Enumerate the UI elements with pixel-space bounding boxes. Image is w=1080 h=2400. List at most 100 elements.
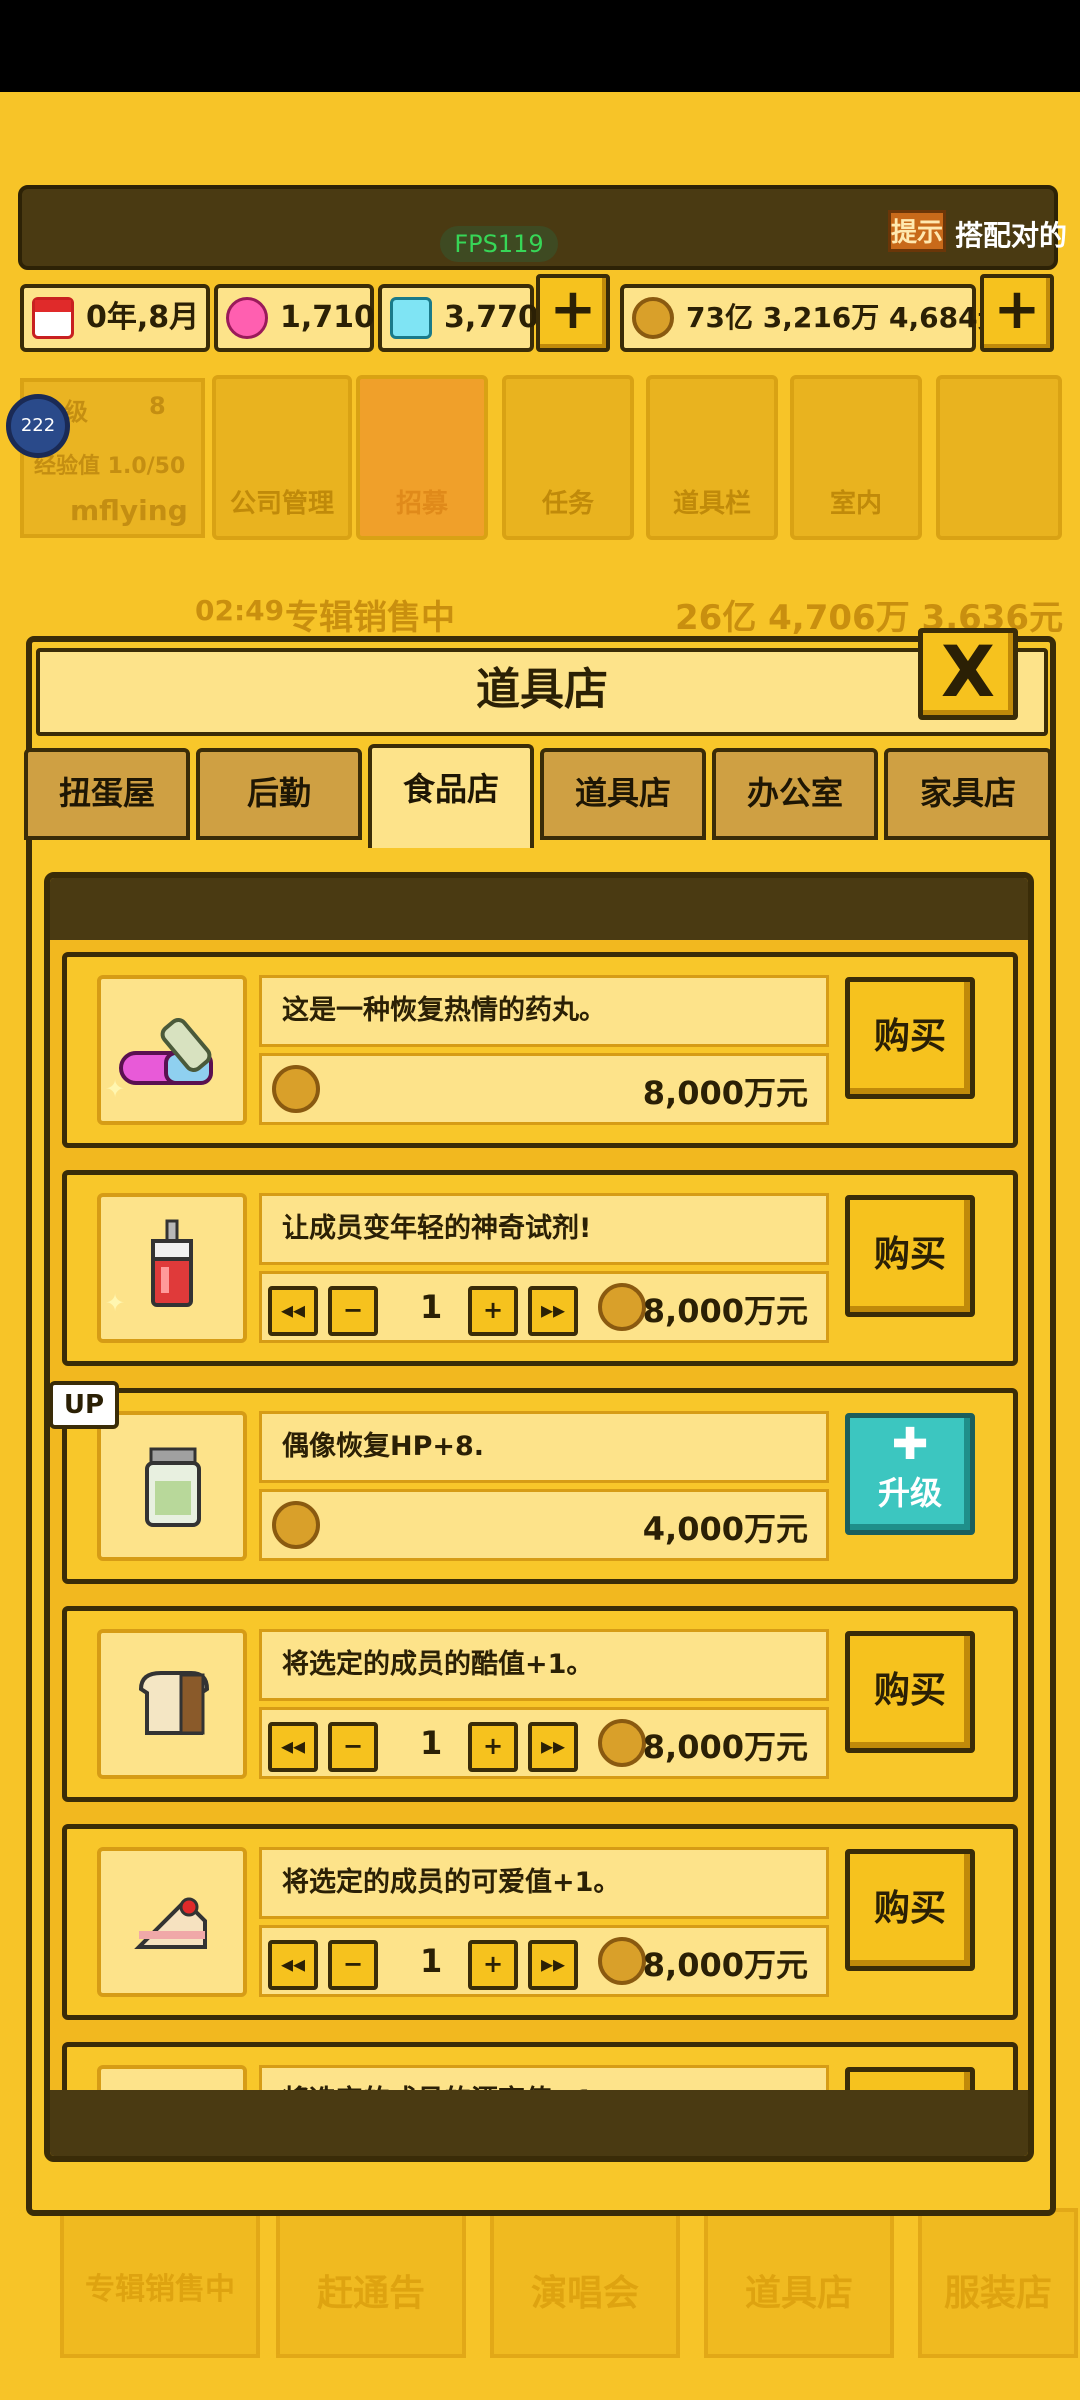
item-price-box: 8,000万元	[259, 1053, 829, 1125]
item-description: 偶像恢复HP+8.	[259, 1411, 829, 1483]
buy-button[interactable]: 购买	[845, 1849, 975, 1971]
list-footer	[50, 2090, 1028, 2156]
tab-food-shop[interactable]: 食品店	[368, 744, 534, 848]
list-item: ✦ 这是一种恢复热情的药丸。 8,000万元 购买	[62, 952, 1018, 1148]
item-price: 4,000万元	[642, 1510, 808, 1548]
quantity-value: 1	[420, 1724, 443, 1762]
list-item: 将选定的成员的可爱值+1。 ◂◂ − 1 + ▸▸ 8,000万元 购买	[62, 1824, 1018, 2020]
item-list[interactable]: ✦ 这是一种恢复热情的药丸。 8,000万元 购买 ✦ 让成员变年轻的神奇试剂!…	[44, 872, 1034, 2162]
item-price: 8,000万元	[642, 1946, 808, 1984]
potion-vial-icon	[151, 1219, 193, 1307]
plus-icon: ✚	[891, 1419, 929, 1470]
upgrade-button[interactable]: ✚ 升级	[845, 1413, 975, 1535]
gems-value: 1,710	[280, 300, 375, 335]
quantity-fast-decrease-button[interactable]: ◂◂	[268, 1722, 318, 1772]
upgrade-label: 升级	[877, 1474, 942, 1512]
upgrade-badge: UP	[50, 1381, 119, 1429]
add-money-button[interactable]: +	[980, 274, 1054, 352]
bg-bottom-album: 专辑销售中	[60, 2208, 260, 2358]
list-item: 将选定的成员的酷值+1。 ◂◂ − 1 + ▸▸ 8,000万元 购买	[62, 1606, 1018, 1802]
tab-item-shop[interactable]: 道具店	[540, 748, 706, 840]
list-header	[50, 878, 1028, 940]
dialog-title: 道具店	[476, 664, 608, 715]
coin-icon	[598, 1937, 646, 1985]
quantity-fast-decrease-button[interactable]: ◂◂	[268, 1286, 318, 1336]
cake-icon	[134, 1897, 207, 1949]
date-value: 0年,8月	[86, 300, 200, 335]
quantity-fast-increase-button[interactable]: ▸▸	[528, 1286, 578, 1336]
ticker-time: 02:49	[195, 594, 285, 627]
bg-nav-tasks: 任务	[502, 375, 634, 540]
item-quantity-price-box: ◂◂ − 1 + ▸▸ 8,000万元	[259, 1707, 829, 1779]
item-price: 8,000万元	[642, 1074, 808, 1112]
money-value: 73亿 3,216万 4,684元	[686, 301, 1006, 334]
fps-counter: FPS119	[440, 226, 558, 262]
hint-icon[interactable]: 提示	[888, 210, 946, 252]
money-display: 73亿 3,216万 4,684元	[620, 284, 1006, 352]
quantity-fast-decrease-button[interactable]: ◂◂	[268, 1940, 318, 1990]
quantity-decrease-button[interactable]: −	[328, 1940, 378, 1990]
status-bar	[0, 0, 1080, 92]
avatar-badge[interactable]: 222	[6, 394, 70, 458]
item-quantity-price-box: ◂◂ − 1 + ▸▸ 8,000万元	[259, 1271, 829, 1343]
diamond-icon	[390, 297, 432, 339]
bg-bottom-schedule: 赶通告	[276, 2208, 466, 2358]
coin-icon	[598, 1719, 646, 1767]
buy-button[interactable]: 购买	[845, 1195, 975, 1317]
item-description: 将选定的成员的酷值+1。	[259, 1629, 829, 1701]
bg-nav-extra	[936, 375, 1062, 540]
quantity-decrease-button[interactable]: −	[328, 1722, 378, 1772]
quantity-increase-button[interactable]: +	[468, 1286, 518, 1336]
bg-bottom-concert: 演唱会	[490, 2208, 680, 2358]
diamonds-value: 3,770	[444, 300, 539, 335]
bg-nav-interior: 室内	[790, 375, 922, 540]
bread-icon	[138, 1671, 210, 1735]
quantity-increase-button[interactable]: +	[468, 1940, 518, 1990]
item-description: 将选定的成员的可爱值+1。	[259, 1847, 829, 1919]
item-description: 让成员变年轻的神奇试剂!	[259, 1193, 829, 1265]
quantity-value: 1	[420, 1288, 443, 1326]
quantity-fast-increase-button[interactable]: ▸▸	[528, 1722, 578, 1772]
item-icon-frame	[97, 1847, 247, 1997]
ticker-text: 专辑销售中	[285, 598, 455, 638]
item-quantity-price-box: ◂◂ − 1 + ▸▸ 8,000万元	[259, 1925, 829, 1997]
hint-text[interactable]: 搭配对的	[955, 214, 1067, 254]
bg-nav-inventory: 道具栏	[646, 375, 778, 540]
bg-nav-recruit: 招募	[356, 375, 488, 540]
player-name: mflying	[70, 494, 188, 527]
add-diamonds-button[interactable]: +	[536, 274, 610, 352]
tab-logistics[interactable]: 后勤	[196, 748, 362, 840]
close-button[interactable]: X	[918, 628, 1018, 720]
gems-display: 1,710	[214, 284, 375, 352]
coin-icon	[272, 1065, 320, 1113]
quantity-value: 1	[420, 1942, 443, 1980]
item-icon-frame	[97, 1629, 247, 1779]
player-exp: 经验值 1.0/50	[34, 454, 186, 479]
tab-furniture[interactable]: 家具店	[884, 748, 1052, 840]
tab-gacha[interactable]: 扭蛋屋	[24, 748, 190, 840]
item-icon-frame: ✦	[97, 975, 247, 1125]
item-icon-frame	[97, 1411, 247, 1561]
buy-button[interactable]: 购买	[845, 1631, 975, 1753]
quantity-fast-increase-button[interactable]: ▸▸	[528, 1940, 578, 1990]
pink-gem-icon	[226, 297, 268, 339]
quantity-decrease-button[interactable]: −	[328, 1286, 378, 1336]
coin-icon	[598, 1283, 646, 1331]
item-description: 这是一种恢复热情的药丸。	[259, 975, 829, 1047]
calendar-icon	[32, 297, 74, 339]
bg-bottom-item-shop: 道具店	[704, 2208, 894, 2358]
diamonds-display: 3,770	[378, 284, 539, 352]
tab-office[interactable]: 办公室	[712, 748, 878, 840]
date-display: 0年,8月	[20, 284, 210, 352]
coin-icon	[272, 1501, 320, 1549]
bg-nav-company: 公司管理	[212, 375, 352, 540]
item-price: 8,000万元	[642, 1292, 808, 1330]
item-icon-frame: ✦	[97, 1193, 247, 1343]
sparkle-icon: ✦	[105, 1075, 126, 1103]
sparkle-icon: ✦	[105, 1289, 126, 1317]
coin-icon	[632, 297, 674, 339]
item-price: 8,000万元	[642, 1728, 808, 1766]
buy-button[interactable]: 购买	[845, 977, 975, 1099]
quantity-increase-button[interactable]: +	[468, 1722, 518, 1772]
list-item: ✦ 让成员变年轻的神奇试剂! ◂◂ − 1 + ▸▸ 8,000万元 购买	[62, 1170, 1018, 1366]
